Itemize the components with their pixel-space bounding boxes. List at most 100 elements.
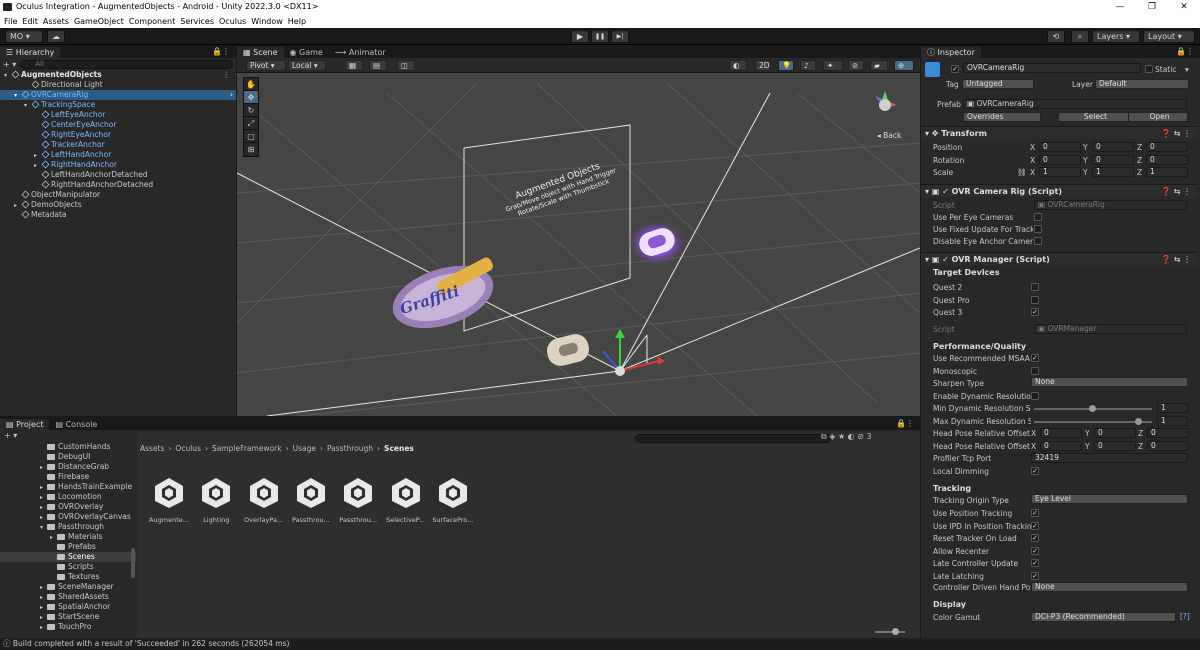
tracking-option-checkbox[interactable]: ✓ — [1031, 521, 1039, 530]
unity-scene-icon[interactable] — [199, 476, 233, 510]
hierarchy-item[interactable]: TrackerAnchor — [0, 140, 236, 150]
menu-help[interactable]: Help — [288, 17, 311, 26]
rig-option-checkbox[interactable] — [1034, 213, 1042, 221]
account-dropdown[interactable]: MO ▾ — [5, 30, 43, 43]
history-icon[interactable]: ⟲ — [1047, 30, 1065, 43]
close-button[interactable]: ✕ — [1168, 0, 1200, 14]
head-pose-offset-field[interactable]: 0 — [1094, 428, 1136, 438]
pivot-dropdown[interactable]: Pivot ▾ — [246, 60, 286, 71]
breadcrumb-item[interactable]: SampleFramework — [212, 444, 282, 453]
active-checkbox[interactable]: ✓ — [951, 65, 959, 73]
transform-rotation-field[interactable]: 0 — [1039, 155, 1081, 165]
tracking-option-checkbox[interactable]: ✓ — [1031, 534, 1039, 542]
layout-dropdown[interactable]: Layout ▾ — [1143, 30, 1195, 43]
menu-edit[interactable]: Edit — [22, 17, 43, 26]
monoscopic-checkbox[interactable] — [1031, 367, 1039, 375]
folder-item[interactable]: DebugUI — [0, 452, 136, 462]
unity-scene-icon[interactable] — [247, 476, 281, 510]
hierarchy-item[interactable]: ObjectManipulator — [0, 190, 236, 200]
hierarchy-item[interactable]: Directional Light — [0, 80, 236, 90]
rect-tool-icon[interactable]: ▢ — [244, 130, 258, 143]
unity-scene-icon[interactable] — [436, 476, 470, 510]
transform-scale-field[interactable]: 1 — [1039, 167, 1081, 177]
local-dimming-checkbox[interactable]: ✓ — [1031, 467, 1039, 475]
ovr-manager-header[interactable]: ▾ ▣ ✓ OVR Manager (Script) ❓ ⇆ ⋮ — [921, 252, 1197, 265]
min-dyn-res-knob[interactable] — [1089, 405, 1096, 412]
tag-dropdown[interactable]: Untagged — [962, 79, 1034, 89]
camera-rig-header[interactable]: ▾ ▣ ✓ OVR Camera Rig (Script) ❓ ⇆ ⋮ — [921, 184, 1197, 197]
transform-header[interactable]: ▾ ✥ Transform ❓ ⇆ ⋮ — [921, 126, 1197, 139]
transform-tool-icon[interactable]: ⊞ — [244, 143, 258, 156]
hierarchy-item[interactable]: ▸ DemoObjects — [0, 200, 236, 210]
hierarchy-item[interactable]: ▾ TrackingSpace — [0, 100, 236, 110]
gizmos-icon[interactable]: ⊕ — [894, 60, 914, 71]
folder-item[interactable]: Scripts — [0, 562, 136, 572]
tab-animator[interactable]: ⟶ Animator — [329, 47, 392, 58]
tab-hierarchy[interactable]: ☰ Hierarchy — [0, 47, 61, 58]
unity-scene-icon[interactable] — [294, 476, 328, 510]
folder-scrollbar[interactable] — [131, 548, 135, 578]
tab-game[interactable]: ◉ Game — [284, 47, 329, 58]
menu-component[interactable]: Component — [129, 17, 180, 26]
hierarchy-item[interactable]: ▾ AugmentedObjects ⋮ — [0, 70, 236, 80]
tracking-option-checkbox[interactable]: ✓ — [1031, 571, 1039, 580]
move-tool-icon[interactable]: ✥ — [244, 91, 258, 104]
folder-item[interactable]: Scenes — [0, 552, 136, 562]
hierarchy-item[interactable]: ▾ OVRCameraRig › — [0, 90, 236, 100]
head-pose-offset-field[interactable]: 0 — [1147, 428, 1189, 438]
constrain-scale-icon[interactable]: ⛓ — [1017, 168, 1027, 177]
prefab-open-button[interactable]: Open — [1128, 112, 1188, 122]
static-checkbox[interactable] — [1145, 65, 1153, 73]
tab-console[interactable]: ▤ Console — [49, 419, 103, 430]
cloud-icon[interactable]: ☁ — [47, 30, 65, 43]
profiler-port-field[interactable]: 32419 — [1031, 453, 1188, 463]
transform-position-field[interactable]: 0 — [1039, 142, 1081, 152]
asset-search-input[interactable] — [635, 434, 831, 443]
audio-icon[interactable]: ♪ — [800, 60, 816, 71]
folder-item[interactable]: ▸ DistanceGrab — [0, 462, 136, 472]
prefab-field[interactable]: ▣ OVRCameraRig — [963, 99, 1187, 109]
lighting-icon[interactable]: 💡 — [778, 60, 794, 71]
hierarchy-item[interactable]: ▸ LeftHandAnchor — [0, 150, 236, 160]
tracking-option-checkbox[interactable]: ✓ — [1031, 546, 1039, 555]
hand-pose-dropdown[interactable]: None — [1031, 582, 1188, 592]
folder-item[interactable]: ▸ HandsTrainExample — [0, 482, 136, 492]
inspector-menu-icon[interactable]: 🔒⋮ — [1176, 47, 1194, 56]
camera-icon[interactable]: ▰ — [870, 60, 888, 71]
prefab-select-button[interactable]: Select — [1058, 112, 1130, 122]
project-panel-menu-icon[interactable]: 🔒⋮ — [896, 419, 914, 428]
hierarchy-item[interactable]: CenterEyeAnchor — [0, 120, 236, 130]
breadcrumb-item[interactable]: Scenes — [384, 444, 414, 453]
hierarchy-item[interactable]: LeftEyeAnchor — [0, 110, 236, 120]
unity-scene-icon[interactable] — [341, 476, 375, 510]
folder-item[interactable]: ▾ Passthrough — [0, 522, 136, 532]
folder-item[interactable]: ▸ OVROverlayCanvas — [0, 512, 136, 522]
folder-item[interactable]: Firebase — [0, 472, 136, 482]
draw-mode-icon[interactable]: ◐ — [729, 60, 747, 71]
max-dyn-res-field[interactable]: 1 — [1157, 416, 1188, 426]
folder-item[interactable]: ▸ SharedAssets — [0, 592, 136, 602]
select-arrow-icon[interactable]: › — [230, 90, 233, 100]
panel-menu-icon[interactable]: 🔒⋮ — [212, 47, 230, 56]
color-gamut-dropdown[interactable]: DCI-P3 (Recommended) — [1031, 612, 1176, 622]
transform-rotation-field[interactable]: 0 — [1092, 155, 1134, 165]
asset-filter-icons[interactable]: ⧉ ◈ ★ ◐ ⊘ 3 — [821, 432, 872, 442]
transform-scale-field[interactable]: 1 — [1092, 167, 1134, 177]
tab-project[interactable]: ▤ Project — [0, 419, 50, 430]
folder-item[interactable]: ▸ SceneManager — [0, 582, 136, 592]
help-link-icon[interactable]: [?] — [1180, 612, 1190, 621]
breadcrumb-item[interactable]: Assets — [140, 444, 164, 453]
rotate-tool-icon[interactable]: ↻ — [244, 104, 258, 117]
add-button[interactable]: + ▾ — [3, 60, 16, 69]
folder-item[interactable]: ▸ OVROverlay — [0, 502, 136, 512]
effects-icon[interactable]: ✦ — [823, 60, 843, 71]
layer-dropdown[interactable]: Default — [1095, 79, 1189, 89]
scene-viewport[interactable]: Augmented Objects Grab/Move object with … — [237, 73, 920, 416]
menu-assets[interactable]: Assets — [43, 17, 74, 26]
menu-oculus[interactable]: Oculus — [219, 17, 251, 26]
head-pose-offset-field[interactable]: 0 — [1040, 441, 1082, 451]
object-name-field[interactable]: OVRCameraRig — [963, 63, 1141, 73]
max-dyn-res-knob[interactable] — [1135, 418, 1142, 425]
expand-arrow-icon[interactable]: ▸ — [40, 623, 47, 633]
folder-item[interactable]: Textures — [0, 572, 136, 582]
